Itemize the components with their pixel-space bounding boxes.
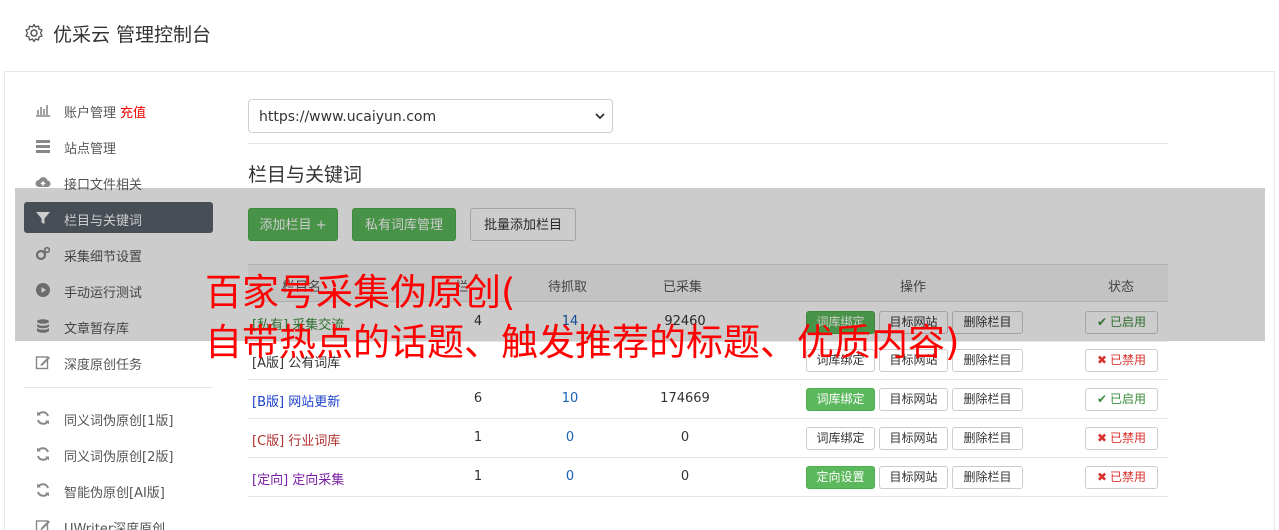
cross-icon: ✖ (1096, 470, 1108, 484)
column-tag: [B版] (252, 395, 285, 410)
column-tag: [C版] (252, 434, 285, 449)
status-label: 已禁用 (1110, 431, 1147, 445)
collected-count-cell: 0 (680, 430, 690, 445)
sidebar-item-ai-original[interactable]: 智能伪原创[AI版] (24, 474, 213, 505)
delete-column-button[interactable]: 删除栏目 (952, 388, 1023, 411)
sidebar-item-label: 智能伪原创[AI版] (64, 486, 165, 501)
bar-chart-icon (36, 105, 50, 117)
edit-icon (35, 520, 50, 530)
status-toggle-button[interactable]: ✖ 已禁用 (1085, 466, 1158, 489)
sidebar-item-label: 站点管理 (64, 142, 117, 157)
top-header: 优采云 管理控制台 (4, 0, 1275, 72)
sidebar-item-uwriter[interactable]: UWriter深度原创 (24, 510, 213, 530)
status-toggle-button[interactable]: ✔ 已启用 (1085, 388, 1158, 411)
sidebar-divider (24, 387, 213, 388)
collected-count-cell: 0 (680, 469, 690, 484)
status-toggle-button[interactable]: ✖ 已禁用 (1085, 349, 1158, 372)
table-row: [定向] 定向采集 1 0 0 定向设置 目标网站 删除栏目 ✖ 已禁用 (248, 458, 1168, 497)
column-name-cell[interactable]: [B版] 网站更新 (252, 391, 340, 410)
sidebar-item-label: UWriter深度原创 (64, 522, 166, 530)
column-name: 行业词库 (288, 434, 341, 449)
sidebar-item-synonym-v2[interactable]: 同义词伪原创[2版] (24, 438, 213, 469)
sidebar-item-label: 账户管理 (64, 106, 117, 121)
pending-count-cell[interactable]: 0 (540, 469, 600, 484)
sidebar-item-sites[interactable]: 站点管理 (24, 130, 213, 161)
refresh-icon (37, 483, 49, 497)
chevron-down-icon (595, 113, 605, 120)
section-title: 栏目与关键词 (248, 164, 363, 186)
column-count-cell: 1 (473, 430, 483, 445)
column-count-cell: 6 (473, 391, 483, 406)
site-select-value: https://www.ucaiyun.com (259, 109, 437, 125)
column-name-cell[interactable]: [定向] 定向采集 (252, 469, 344, 488)
gear-icon (25, 23, 43, 43)
column-count-cell: 1 (473, 469, 483, 484)
cross-icon: ✖ (1096, 353, 1108, 367)
pending-count-cell[interactable]: 0 (540, 430, 600, 445)
sidebar-item-label: 同义词伪原创[1版] (64, 414, 174, 429)
page-title: 优采云 管理控制台 (53, 24, 212, 46)
divider (248, 143, 1168, 144)
status-label: 已禁用 (1110, 470, 1147, 484)
table-row: [B版] 网站更新 6 10 174669 词库绑定 目标网站 删除栏目 ✔ 已启用 (248, 380, 1168, 419)
sidebar-item-label: 深度原创任务 (64, 358, 143, 373)
recharge-link[interactable]: 充值 (120, 106, 146, 121)
lexicon-bind-button[interactable]: 词库绑定 (806, 427, 875, 450)
check-icon: ✔ (1096, 392, 1108, 406)
table-row: [C版] 行业词库 1 0 0 词库绑定 目标网站 删除栏目 ✖ 已禁用 (248, 419, 1168, 458)
refresh-icon (37, 447, 49, 461)
target-site-button[interactable]: 目标网站 (879, 427, 948, 450)
pending-count-cell[interactable]: 10 (540, 391, 600, 406)
status-label: 已禁用 (1110, 353, 1147, 367)
delete-column-button[interactable]: 删除栏目 (952, 466, 1023, 489)
column-name: 定向采集 (292, 473, 345, 488)
sidebar-item-account[interactable]: 账户管理 充值 (24, 94, 213, 125)
banner-line-1: 百家号采集伪原创( (205, 271, 516, 314)
target-site-button[interactable]: 目标网站 (879, 388, 948, 411)
refresh-icon (37, 411, 49, 425)
collected-count-cell: 174669 (660, 391, 710, 406)
delete-column-button[interactable]: 删除栏目 (952, 427, 1023, 450)
sidebar-item-synonym-v1[interactable]: 同义词伪原创[1版] (24, 402, 213, 433)
sidebar-item-deep-original[interactable]: 深度原创任务 (24, 346, 213, 377)
site-select[interactable]: https://www.ucaiyun.com (248, 99, 613, 133)
delete-column-button[interactable]: 删除栏目 (952, 349, 1023, 372)
banner-line-2: 自带热点的话题、触发推荐的标题、优质内容) (205, 321, 960, 364)
overlay-banner: 百家号采集伪原创( 自带热点的话题、触发推荐的标题、优质内容) (205, 268, 959, 368)
sidebar-item-label: 同义词伪原创[2版] (64, 450, 174, 465)
cross-icon: ✖ (1096, 431, 1108, 445)
status-toggle-button[interactable]: ✖ 已禁用 (1085, 427, 1158, 450)
target-site-button[interactable]: 目标网站 (879, 466, 948, 489)
column-name: 网站更新 (288, 395, 341, 410)
server-icon (36, 140, 50, 153)
lexicon-bind-button[interactable]: 定向设置 (806, 466, 875, 489)
column-name-cell[interactable]: [C版] 行业词库 (252, 430, 340, 449)
status-label: 已启用 (1110, 392, 1147, 406)
column-tag: [定向] (252, 473, 289, 488)
edit-icon (35, 356, 50, 370)
lexicon-bind-button[interactable]: 词库绑定 (806, 388, 875, 411)
